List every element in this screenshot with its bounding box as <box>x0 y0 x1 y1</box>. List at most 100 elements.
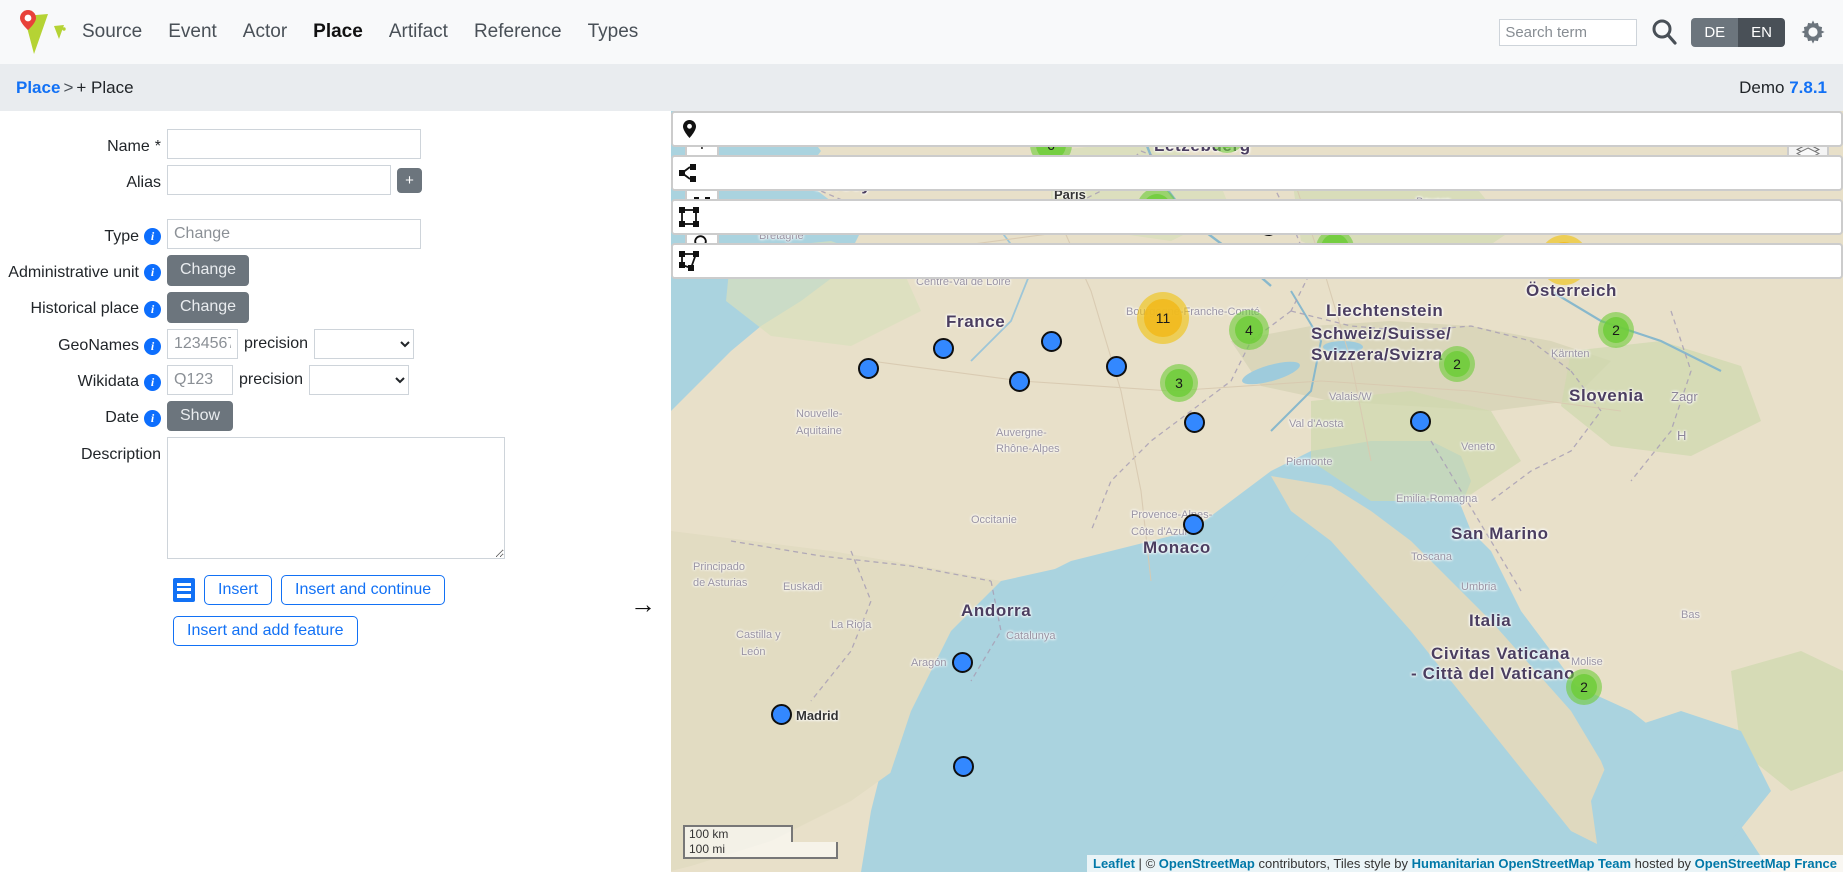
map-cluster[interactable]: 4 <box>1229 310 1269 350</box>
wikidata-input[interactable] <box>167 365 233 395</box>
geonames-label: GeoNames i <box>0 329 167 359</box>
attribution-hot-link[interactable]: Humanitarian OpenStreetMap Team <box>1412 856 1631 871</box>
date-show-button[interactable]: Show <box>167 401 233 432</box>
polyline-tool <box>671 155 1843 191</box>
polyline-icon[interactable] <box>673 157 705 189</box>
geonames-precision-select[interactable] <box>314 329 414 359</box>
openatlas-logo[interactable] <box>14 8 68 56</box>
marker-icon[interactable] <box>673 113 705 145</box>
map[interactable]: PrahaČesLëtzebuergHauts-de-FranceSaarlan… <box>671 111 1843 872</box>
nav-link-place[interactable]: Place <box>313 21 363 43</box>
gear-icon[interactable] <box>1797 16 1829 48</box>
type-label: Type i <box>0 219 167 249</box>
form-row-date: Date i Show <box>0 401 671 432</box>
administrative-unit-info-icon[interactable]: i <box>144 264 161 281</box>
date-control: Show <box>167 401 233 432</box>
attribution-leaflet-link[interactable]: Leaflet <box>1093 856 1135 871</box>
nav-link-event[interactable]: Event <box>168 21 217 43</box>
map-marker[interactable] <box>1041 331 1062 352</box>
search-icon[interactable] <box>1649 17 1679 47</box>
main-content: Name* Alias + Type i Admin <box>0 111 1843 872</box>
geonames-input[interactable] <box>167 329 238 359</box>
type-info-icon[interactable]: i <box>144 228 161 245</box>
map-cluster[interactable]: 2 <box>1439 346 1475 382</box>
administrative-unit-label-text: Administrative unit <box>8 264 139 282</box>
map-marker[interactable] <box>953 756 974 777</box>
map-marker[interactable] <box>1184 412 1205 433</box>
rectangle-tool <box>671 199 1843 235</box>
map-marker[interactable] <box>952 652 973 673</box>
lang-button-de[interactable]: DE <box>1691 18 1738 47</box>
historical-place-control: Change <box>167 292 249 323</box>
map-cluster[interactable]: 11 <box>1137 292 1189 344</box>
rectangle-icon[interactable] <box>673 201 705 233</box>
add-alias-button[interactable]: + <box>397 168 422 193</box>
attribution-osm-link[interactable]: OpenStreetMap <box>1159 856 1255 871</box>
map-cluster[interactable]: 2 <box>1566 669 1602 705</box>
attribution-hosted: hosted by <box>1635 856 1691 871</box>
nav-link-types[interactable]: Types <box>588 21 639 43</box>
attribution-france-link[interactable]: OpenStreetMap France <box>1695 856 1837 871</box>
map-cluster-count: 2 <box>1571 674 1597 700</box>
historical-place-info-icon[interactable]: i <box>144 301 161 318</box>
geonames-info-icon[interactable]: i <box>144 338 161 355</box>
form-row-description: Description <box>0 437 671 559</box>
wikidata-precision-label: precision <box>239 371 303 389</box>
form-row-administrative-unit: Administrative unit i Change <box>0 255 671 286</box>
nav-link-reference[interactable]: Reference <box>474 21 562 43</box>
type-control <box>167 219 421 249</box>
form-row-alias: Alias + <box>0 165 671 195</box>
version-number[interactable]: 7.8.1 <box>1789 78 1827 97</box>
alias-input[interactable] <box>167 165 391 195</box>
insert-and-continue-button[interactable]: Insert and continue <box>281 575 445 605</box>
map-marker[interactable] <box>1106 356 1127 377</box>
wikidata-precision-select[interactable] <box>309 365 409 395</box>
alias-label: Alias <box>0 165 167 195</box>
map-cluster[interactable]: 2 <box>1598 312 1634 348</box>
lang-button-en[interactable]: EN <box>1738 18 1785 47</box>
administrative-unit-change-button[interactable]: Change <box>167 255 249 286</box>
map-marker[interactable] <box>1183 514 1204 535</box>
name-input[interactable] <box>167 129 421 159</box>
type-input[interactable] <box>167 219 421 249</box>
map-marker[interactable] <box>771 704 792 725</box>
main-navigation: Source Event Actor Place Artifact Refere… <box>82 21 638 43</box>
nav-link-source[interactable]: Source <box>82 21 142 43</box>
map-attribution: Leaflet | © OpenStreetMap contributors, … <box>1087 855 1843 872</box>
form-row-wikidata: Wikidata i precision <box>0 365 671 395</box>
map-cluster[interactable]: 3 <box>1160 364 1198 402</box>
manual-icon[interactable] <box>173 578 195 602</box>
wikidata-control: precision <box>167 365 409 395</box>
date-info-icon[interactable]: i <box>144 410 161 427</box>
place-form: Name* Alias + Type i Admin <box>0 111 671 872</box>
wikidata-info-icon[interactable]: i <box>144 374 161 391</box>
form-row-name: Name* <box>0 129 671 159</box>
geonames-precision-label: precision <box>244 335 308 353</box>
name-required-mark: * <box>155 138 161 156</box>
map-marker[interactable] <box>1009 371 1030 392</box>
scale-bar: 100 km 100 mi <box>683 825 838 859</box>
map-marker[interactable] <box>858 358 879 379</box>
search-input[interactable] <box>1499 19 1637 46</box>
map-cluster-count: 2 <box>1603 317 1629 343</box>
nav-link-actor[interactable]: Actor <box>243 21 287 43</box>
administrative-unit-label: Administrative unit i <box>0 255 167 285</box>
marker-tool <box>671 111 1843 147</box>
description-textarea[interactable] <box>167 437 505 559</box>
polygon-tool <box>671 243 1843 279</box>
map-marker[interactable] <box>933 338 954 359</box>
map-cluster-count: 11 <box>1144 299 1181 336</box>
nav-link-artifact[interactable]: Artifact <box>389 21 448 43</box>
map-marker[interactable] <box>1410 411 1431 432</box>
insert-and-add-feature-button[interactable]: Insert and add feature <box>173 616 358 646</box>
breadcrumb-separator: > <box>63 78 73 97</box>
insert-button[interactable]: Insert <box>204 575 272 605</box>
historical-place-label: Historical place i <box>0 292 167 322</box>
name-control <box>167 129 421 159</box>
historical-place-change-button[interactable]: Change <box>167 292 249 323</box>
arrow-icon: → <box>630 591 656 617</box>
breadcrumb-link-place[interactable]: Place <box>16 78 60 97</box>
geonames-control: precision <box>167 329 414 359</box>
polygon-icon[interactable] <box>673 245 705 277</box>
scale-imperial: 100 mi <box>683 842 838 859</box>
